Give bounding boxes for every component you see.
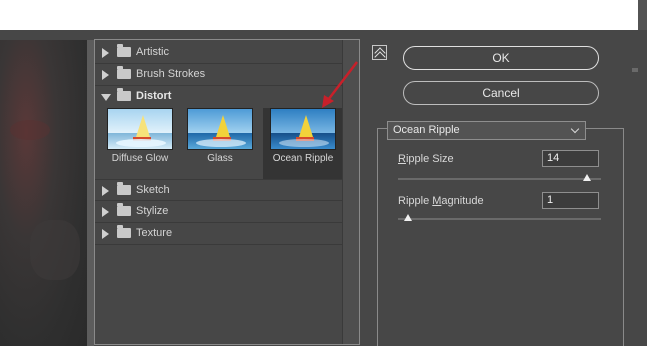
annotation-arrow bbox=[322, 61, 358, 108]
